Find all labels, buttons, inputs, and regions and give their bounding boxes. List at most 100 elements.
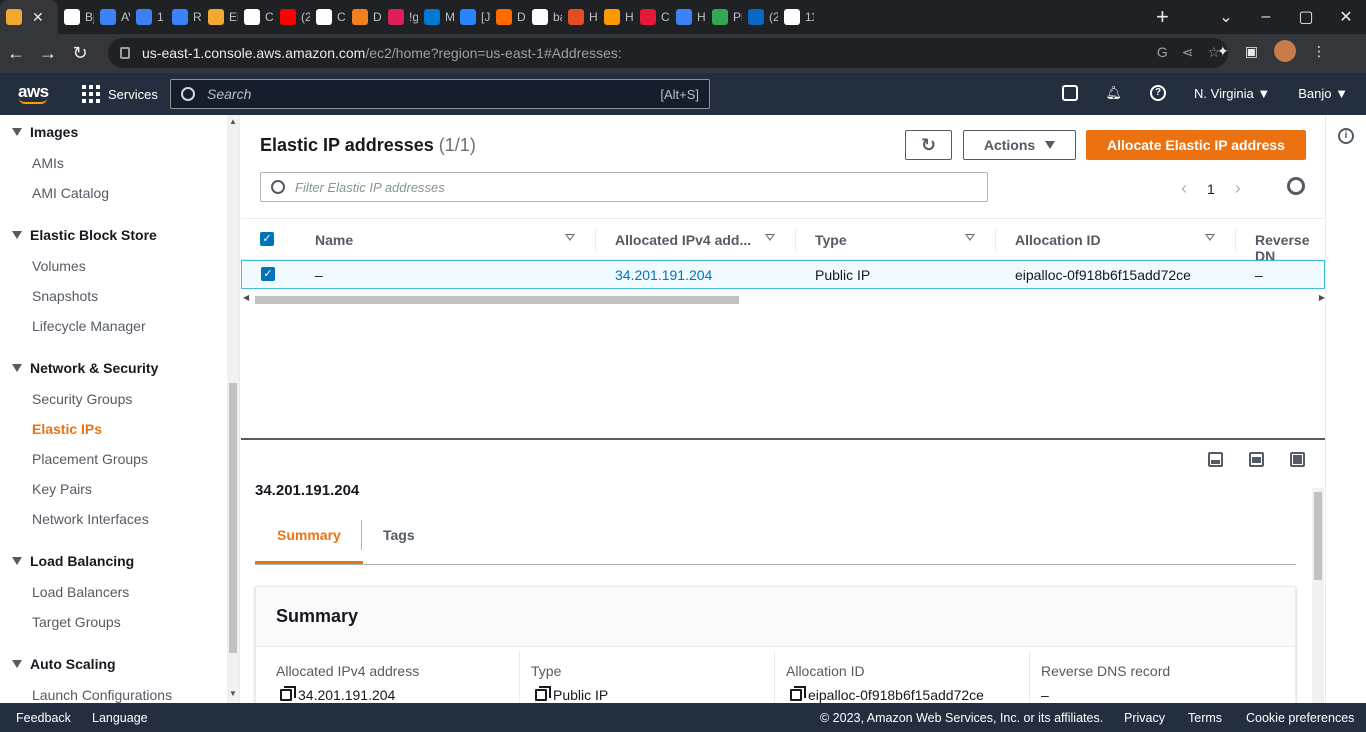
browser-tab[interactable]: M <box>418 0 454 34</box>
browser-tab[interactable]: H <box>598 0 634 34</box>
col-name[interactable]: Name <box>315 232 353 248</box>
next-page-icon[interactable]: › <box>1235 178 1241 199</box>
sidebar-section[interactable]: Images <box>12 124 78 140</box>
sidebar-section[interactable]: Auto Scaling <box>12 656 116 672</box>
sort-icon[interactable] <box>1205 234 1215 241</box>
google-icon[interactable]: G <box>1157 44 1168 61</box>
preferences-gear-icon[interactable] <box>1287 177 1305 195</box>
browser-tab[interactable]: Cc <box>310 0 346 34</box>
browser-tab[interactable]: ✕ <box>0 0 58 34</box>
sidebar-item[interactable]: AMIs <box>32 155 64 171</box>
profile-avatar[interactable] <box>1274 40 1296 62</box>
feedback-link[interactable]: Feedback <box>16 711 71 725</box>
browser-tab[interactable]: ba <box>526 0 562 34</box>
aws-logo[interactable]: aws <box>18 82 49 104</box>
copy-icon[interactable] <box>790 686 806 701</box>
sidebar-item[interactable]: Lifecycle Manager <box>32 318 146 334</box>
account-menu[interactable]: Banjo ▼ <box>1298 86 1348 101</box>
col-allocation-id[interactable]: Allocation ID <box>1015 232 1101 248</box>
sidebar-item[interactable]: Snapshots <box>32 288 98 304</box>
sidebar-item[interactable]: Key Pairs <box>32 481 92 497</box>
sidebar-item[interactable]: Load Balancers <box>32 584 129 600</box>
filter-input[interactable]: Filter Elastic IP addresses <box>260 172 988 202</box>
sidebar-section[interactable]: Elastic Block Store <box>12 227 157 243</box>
extensions-icon[interactable]: ✦ <box>1217 43 1229 60</box>
maximize-icon[interactable]: ▢ <box>1286 7 1326 27</box>
sidebar-item[interactable]: Launch Configurations <box>32 687 172 703</box>
privacy-link[interactable]: Privacy <box>1124 711 1165 725</box>
help-icon[interactable]: ? <box>1150 85 1167 101</box>
browser-tab[interactable]: !g <box>382 0 418 34</box>
browser-tab[interactable]: H <box>562 0 598 34</box>
actions-button[interactable]: Actions <box>963 130 1076 160</box>
sidebar-item[interactable]: Target Groups <box>32 614 121 630</box>
sidebar-scrollbar[interactable]: ▲ ▼ <box>227 115 239 703</box>
browser-tab[interactable]: Pl <box>706 0 742 34</box>
row-checkbox[interactable]: ✓ <box>261 267 275 281</box>
col-ipv4[interactable]: Allocated IPv4 add... <box>615 232 751 248</box>
cookie-preferences-link[interactable]: Cookie preferences <box>1246 711 1354 725</box>
tab-summary[interactable]: Summary <box>255 528 363 564</box>
browser-tab[interactable]: Re <box>166 0 202 34</box>
region-selector[interactable]: N. Virginia ▼ <box>1194 86 1270 101</box>
close-window-icon[interactable]: ✕ <box>1326 7 1366 27</box>
sidebar-section[interactable]: Network & Security <box>12 360 158 376</box>
side-panel-icon[interactable]: ▣ <box>1245 43 1258 60</box>
forward-icon[interactable]: → <box>32 43 64 64</box>
language-link[interactable]: Language <box>92 711 148 725</box>
panel-full-icon[interactable] <box>1290 452 1305 467</box>
browser-tab[interactable]: AV <box>94 0 130 34</box>
browser-tab[interactable]: Ela <box>202 0 238 34</box>
page-number[interactable]: 1 <box>1207 181 1215 197</box>
sidebar-item[interactable]: Network Interfaces <box>32 511 149 527</box>
sidebar-item[interactable]: Placement Groups <box>32 451 148 467</box>
allocate-elastic-ip-button[interactable]: Allocate Elastic IP address <box>1086 130 1306 160</box>
browser-tab[interactable]: DI <box>346 0 382 34</box>
browser-tab[interactable]: Cl <box>634 0 670 34</box>
copy-icon[interactable] <box>280 686 296 701</box>
sort-icon[interactable] <box>965 234 975 241</box>
browser-tab[interactable]: (2 <box>742 0 778 34</box>
table-horizontal-scrollbar[interactable]: ◀ ▶ <box>243 293 1325 304</box>
browser-tab[interactable]: [JE <box>454 0 490 34</box>
cloudshell-icon[interactable] <box>1061 85 1078 101</box>
minimize-icon[interactable]: – <box>1246 8 1286 26</box>
reload-icon[interactable]: ↻ <box>64 43 96 64</box>
sort-icon[interactable] <box>765 234 775 241</box>
sort-icon[interactable] <box>565 234 575 241</box>
panel-split-icon[interactable] <box>1249 452 1264 467</box>
cell-ip-link[interactable]: 34.201.191.204 <box>615 267 712 283</box>
browser-tab[interactable]: Dc <box>490 0 526 34</box>
browser-tab[interactable]: 11 <box>778 0 814 34</box>
back-icon[interactable]: ← <box>0 43 32 64</box>
sidebar-item[interactable]: Volumes <box>32 258 86 274</box>
browser-tab[interactable]: (2 <box>274 0 310 34</box>
panel-bottom-icon[interactable] <box>1208 452 1223 467</box>
terms-link[interactable]: Terms <box>1188 711 1222 725</box>
tab-search-icon[interactable]: ⌄ <box>1206 7 1246 27</box>
browser-tab[interactable]: Co <box>238 0 274 34</box>
share-icon[interactable]: ⋖ <box>1182 44 1194 61</box>
notifications-bell-icon[interactable]: 🔔︎ <box>1106 85 1123 101</box>
refresh-button[interactable]: ↻ <box>905 130 952 160</box>
tab-tags[interactable]: Tags <box>361 528 437 564</box>
sidebar-item[interactable]: Elastic IPs <box>32 421 102 437</box>
url-field[interactable]: us-east-1.console.aws.amazon.com/ec2/hom… <box>108 38 1228 68</box>
sidebar-item[interactable]: Security Groups <box>32 391 132 407</box>
console-search-input[interactable]: Search [Alt+S] <box>170 79 710 109</box>
sidebar-section[interactable]: Load Balancing <box>12 553 134 569</box>
col-type[interactable]: Type <box>815 232 847 248</box>
prev-page-icon[interactable]: ‹ <box>1181 178 1187 199</box>
services-menu-button[interactable]: Services <box>82 85 158 103</box>
copy-icon[interactable] <box>535 686 551 701</box>
browser-tab[interactable]: H <box>670 0 706 34</box>
select-all-checkbox[interactable]: ✓ <box>260 232 274 246</box>
new-tab-button[interactable]: + <box>1156 6 1169 28</box>
browser-tab[interactable]: Bj <box>58 0 94 34</box>
info-icon[interactable]: i <box>1338 128 1354 144</box>
browser-tab[interactable]: 1 ı <box>130 0 166 34</box>
lock-icon[interactable] <box>120 47 130 59</box>
details-scrollbar[interactable] <box>1312 488 1324 703</box>
tab-close-icon[interactable]: ✕ <box>32 9 44 26</box>
table-row[interactable]: ✓ – 34.201.191.204 Public IP eipalloc-0f… <box>241 260 1325 289</box>
